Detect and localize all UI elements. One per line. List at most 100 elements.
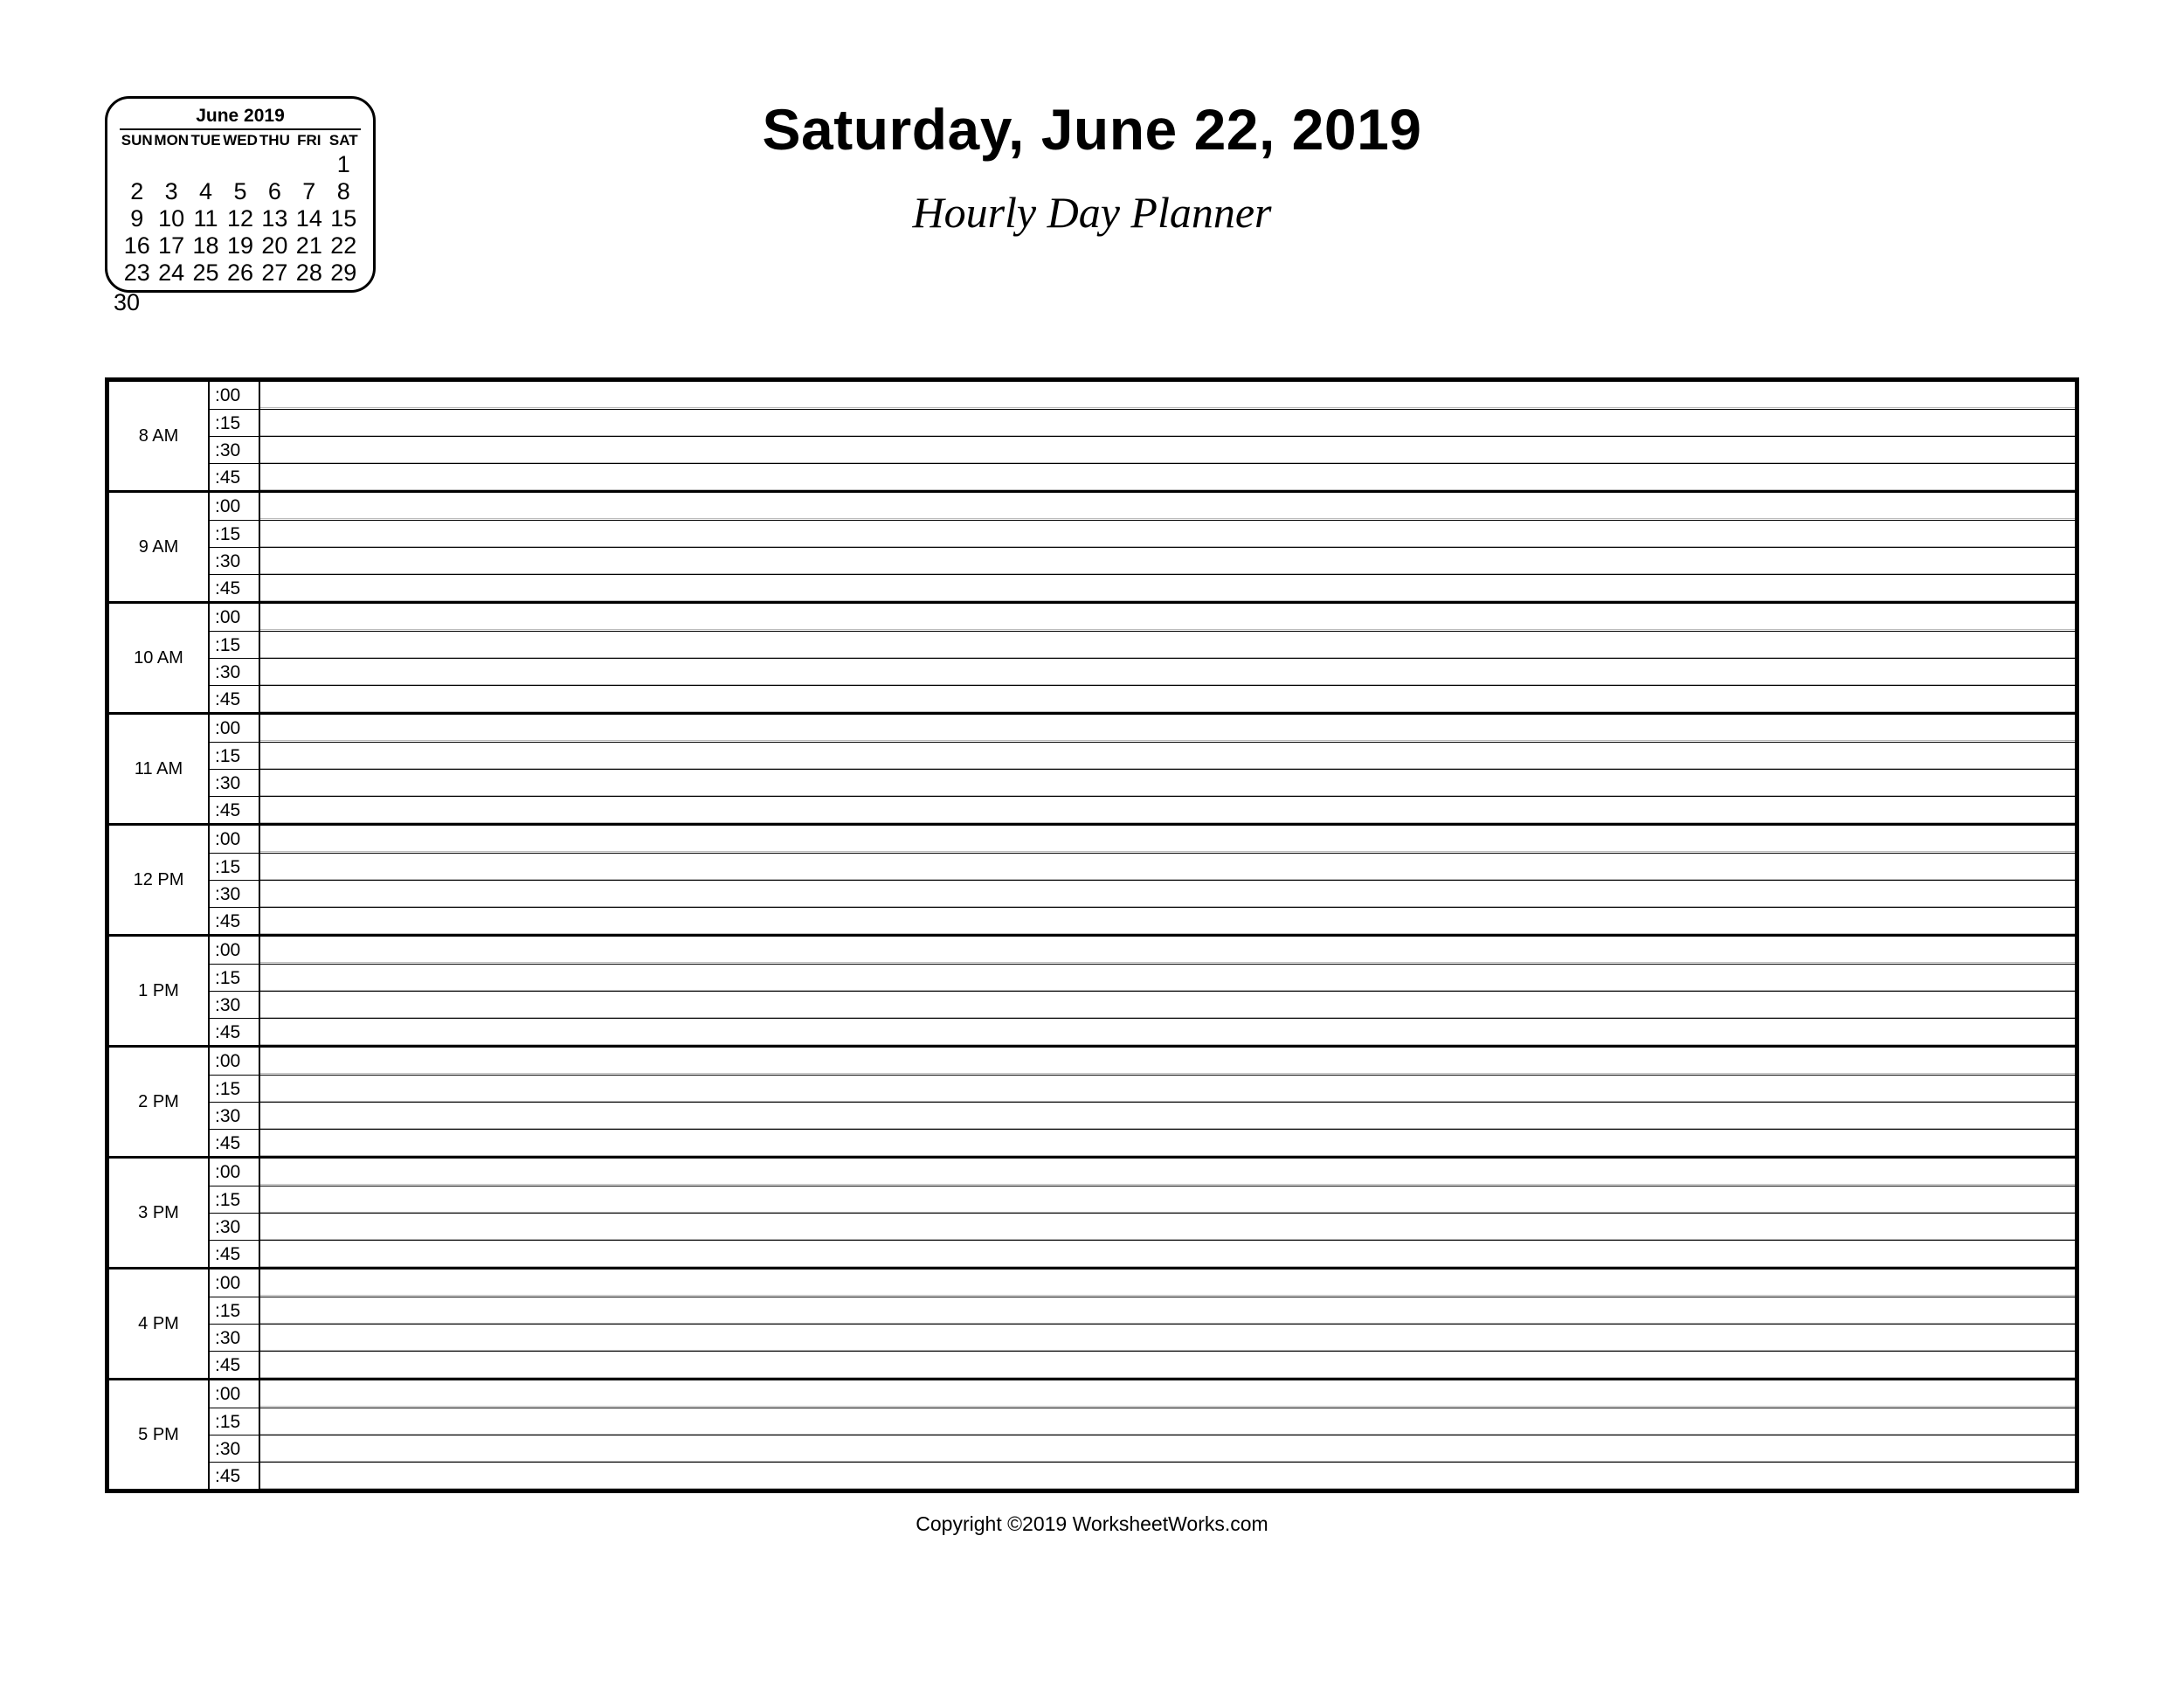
mini-cal-day: 17 [154,232,188,259]
hour-block: 5 PM:00:15:30:45 [109,1378,2075,1489]
mini-cal-day: 23 [120,259,154,287]
hour-block: 12 PM:00:15:30:45 [109,823,2075,934]
quarter-label: :30 [210,1435,260,1462]
quarters: :00:15:30:45 [210,604,2075,712]
quarter-slot [260,826,2075,853]
mini-cal-day: 26 [223,259,257,287]
quarter-label: :00 [210,493,260,520]
quarter-label: :00 [210,1048,260,1075]
mini-cal-day: 12 [223,205,257,232]
quarter-label: :00 [210,604,260,631]
mini-cal-day: 11 [189,205,223,232]
mini-cal-day: 2 [120,178,154,205]
quarter-row: :00 [210,382,2075,409]
quarters: :00:15:30:45 [210,1380,2075,1489]
quarter-slot [260,1435,2075,1462]
mini-calendar: June 2019 SUN MON TUE WED THU FRI SAT [105,96,376,293]
quarter-slot [260,1463,2075,1489]
quarter-slot [260,1130,2075,1156]
quarter-row: :45 [210,685,2075,712]
quarter-label: :45 [210,686,260,712]
quarter-label: :45 [210,464,260,490]
mini-cal-day: 18 [189,232,223,259]
quarter-slot [260,1241,2075,1267]
mini-cal-col-mon: MON [154,130,188,151]
quarter-slot [260,575,2075,601]
mini-cal-day: 14 [292,205,326,232]
header: June 2019 SUN MON TUE WED THU FRI SAT [105,96,2079,316]
quarter-row: :45 [210,1129,2075,1156]
quarter-slot [260,743,2075,769]
quarter-row: :00 [210,715,2075,742]
quarter-slot [260,1408,2075,1435]
quarter-label: :15 [210,521,260,547]
quarter-row: :00 [210,1159,2075,1186]
quarter-row: :00 [210,604,2075,631]
page: June 2019 SUN MON TUE WED THU FRI SAT [0,0,2184,1688]
hour-label: 8 AM [109,382,210,490]
quarter-slot [260,1103,2075,1129]
quarter-label: :00 [210,937,260,964]
mini-cal-col-sun: SUN [120,130,154,151]
mini-cal-col-fri: FRI [292,130,326,151]
quarter-row: :30 [210,1324,2075,1351]
quarter-row: :15 [210,742,2075,769]
mini-cal-col-wed: WED [223,130,257,151]
mini-cal-day [154,151,188,178]
quarters: :00:15:30:45 [210,1269,2075,1378]
mini-cal-day: 22 [327,232,361,259]
quarter-row: :45 [210,907,2075,934]
hour-block: 10 AM:00:15:30:45 [109,601,2075,712]
quarter-label: :15 [210,854,260,880]
quarter-slot [260,493,2075,520]
quarter-slot [260,548,2075,574]
mini-cal-day: 8 [327,178,361,205]
quarter-label: :15 [210,410,260,436]
quarter-label: :00 [210,1380,260,1408]
quarter-slot [260,937,2075,964]
quarter-slot [260,715,2075,742]
mini-cal-day: 19 [223,232,257,259]
quarter-label: :45 [210,797,260,823]
mini-cal-day: 15 [327,205,361,232]
quarter-label: :45 [210,1463,260,1489]
quarter-label: :00 [210,382,260,409]
quarter-row: :15 [210,1297,2075,1324]
quarter-label: :15 [210,632,260,658]
quarter-label: :45 [210,908,260,934]
quarter-row: :00 [210,1380,2075,1408]
quarter-label: :00 [210,715,260,742]
quarter-slot [260,1297,2075,1324]
quarter-slot [260,686,2075,712]
quarter-label: :30 [210,659,260,685]
quarter-row: :15 [210,1186,2075,1213]
hour-label: 12 PM [109,826,210,934]
quarter-slot [260,770,2075,796]
quarter-row: :15 [210,853,2075,880]
mini-calendar-title: June 2019 [120,106,361,130]
quarter-row: :45 [210,1018,2075,1045]
quarter-slot [260,1019,2075,1045]
quarter-slot [260,1269,2075,1297]
quarter-slot [260,1380,2075,1408]
quarter-row: :00 [210,493,2075,520]
quarter-row: :30 [210,658,2075,685]
quarter-row: :30 [210,436,2075,463]
quarter-row: :45 [210,574,2075,601]
hour-label: 9 AM [109,493,210,601]
subtitle: Hourly Day Planner [376,187,1808,238]
quarter-row: :00 [210,937,2075,964]
quarters: :00:15:30:45 [210,493,2075,601]
mini-cal-day: 25 [189,259,223,287]
quarter-slot [260,632,2075,658]
quarter-label: :15 [210,1297,260,1324]
quarter-row: :30 [210,1435,2075,1462]
quarter-label: :15 [210,1076,260,1102]
mini-cal-day: 16 [120,232,154,259]
hour-block: 3 PM:00:15:30:45 [109,1156,2075,1267]
quarter-slot [260,797,2075,823]
quarter-label: :45 [210,1241,260,1267]
mini-cal-day: 6 [258,178,292,205]
hour-block: 1 PM:00:15:30:45 [109,934,2075,1045]
title-block: Saturday, June 22, 2019 Hourly Day Plann… [376,96,1808,238]
